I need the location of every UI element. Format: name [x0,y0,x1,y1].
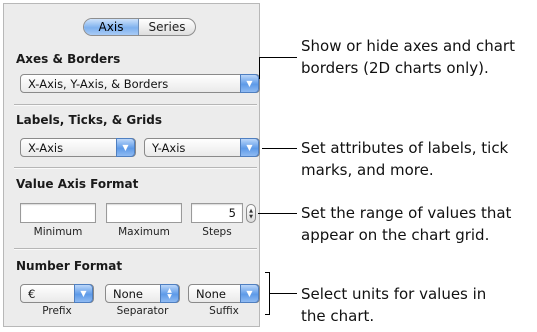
suffix-popup[interactable]: None ▼ [188,284,260,303]
axis-series-tab-control: Axis Series [83,18,196,36]
callout-range: Set the range of values that appear on t… [301,202,511,246]
callout-text-line: appear on the chart grid. [301,226,490,244]
callout-text-line: Set the range of values that [301,204,512,222]
callout-text-line: marks, and more. [301,161,434,179]
callout-line [269,293,297,294]
callout-text-line: Set attributes of labels, tick [301,139,509,157]
steps-field-value: 5 [228,206,236,220]
callout-text-line: borders (2D charts only). [301,59,489,77]
suffix-popup-value: None [196,287,227,301]
callout-line [258,213,297,214]
callout-line [259,57,260,79]
callout-units: Select units for values in the chart. [301,283,486,327]
x-axis-popup[interactable]: X-Axis ▼ [20,138,136,157]
callout-bracket [265,314,270,315]
minimum-field[interactable] [20,203,96,223]
callout-line [259,57,297,58]
tab-series[interactable]: Series [139,19,195,35]
section-divider [14,104,257,106]
separator-popup-value: None [113,287,144,301]
value-axis-format-title: Value Axis Format [16,177,139,191]
separator-popup[interactable]: None ▲ ▼ [105,284,180,303]
suffix-label: Suffix [209,305,239,317]
prefix-popup-value: € [28,287,36,301]
prefix-popup[interactable]: € ▼ [20,284,94,303]
chevron-down-icon: ▲ ▼ [160,284,179,303]
maximum-field[interactable] [106,203,182,223]
chevron-down-icon: ▼ [116,138,135,157]
prefix-label: Prefix [42,305,72,317]
chevron-down-icon: ▼ [74,284,93,303]
steps-field[interactable]: 5 [191,203,243,223]
y-axis-popup-value: Y-Axis [152,141,186,155]
callout-text-line: the chart. [301,307,375,325]
y-axis-popup[interactable]: Y-Axis ▼ [144,138,260,157]
axes-borders-title: Axes & Borders [16,52,121,66]
stepper-arrows-icon[interactable]: ▲ ▼ [246,204,256,223]
callout-line [262,148,297,149]
tab-axis[interactable]: Axis [84,19,139,35]
labels-ticks-grids-title: Labels, Ticks, & Grids [16,113,162,127]
callout-axes-borders: Show or hide axes and chart borders (2D … [301,35,515,79]
callout-labels: Set attributes of labels, tick marks, an… [301,137,508,181]
callout-text-line: Select units for values in [301,285,487,303]
section-divider [14,248,257,250]
number-format-title: Number Format [16,259,123,273]
chevron-down-icon: ▼ [240,138,259,157]
maximum-label: Maximum [118,226,170,238]
separator-label: Separator [116,305,169,317]
x-axis-popup-value: X-Axis [28,141,64,155]
callout-text-line: Show or hide axes and chart [301,37,515,55]
steps-label: Steps [202,226,232,238]
chevron-down-icon: ▼ [240,284,259,303]
section-divider [14,167,257,169]
axes-borders-popup-value: X-Axis, Y-Axis, & Borders [28,77,169,91]
axes-borders-popup[interactable]: X-Axis, Y-Axis, & Borders ▼ [20,74,260,93]
minimum-label: Minimum [33,226,83,238]
chevron-down-icon: ▼ [240,74,259,93]
